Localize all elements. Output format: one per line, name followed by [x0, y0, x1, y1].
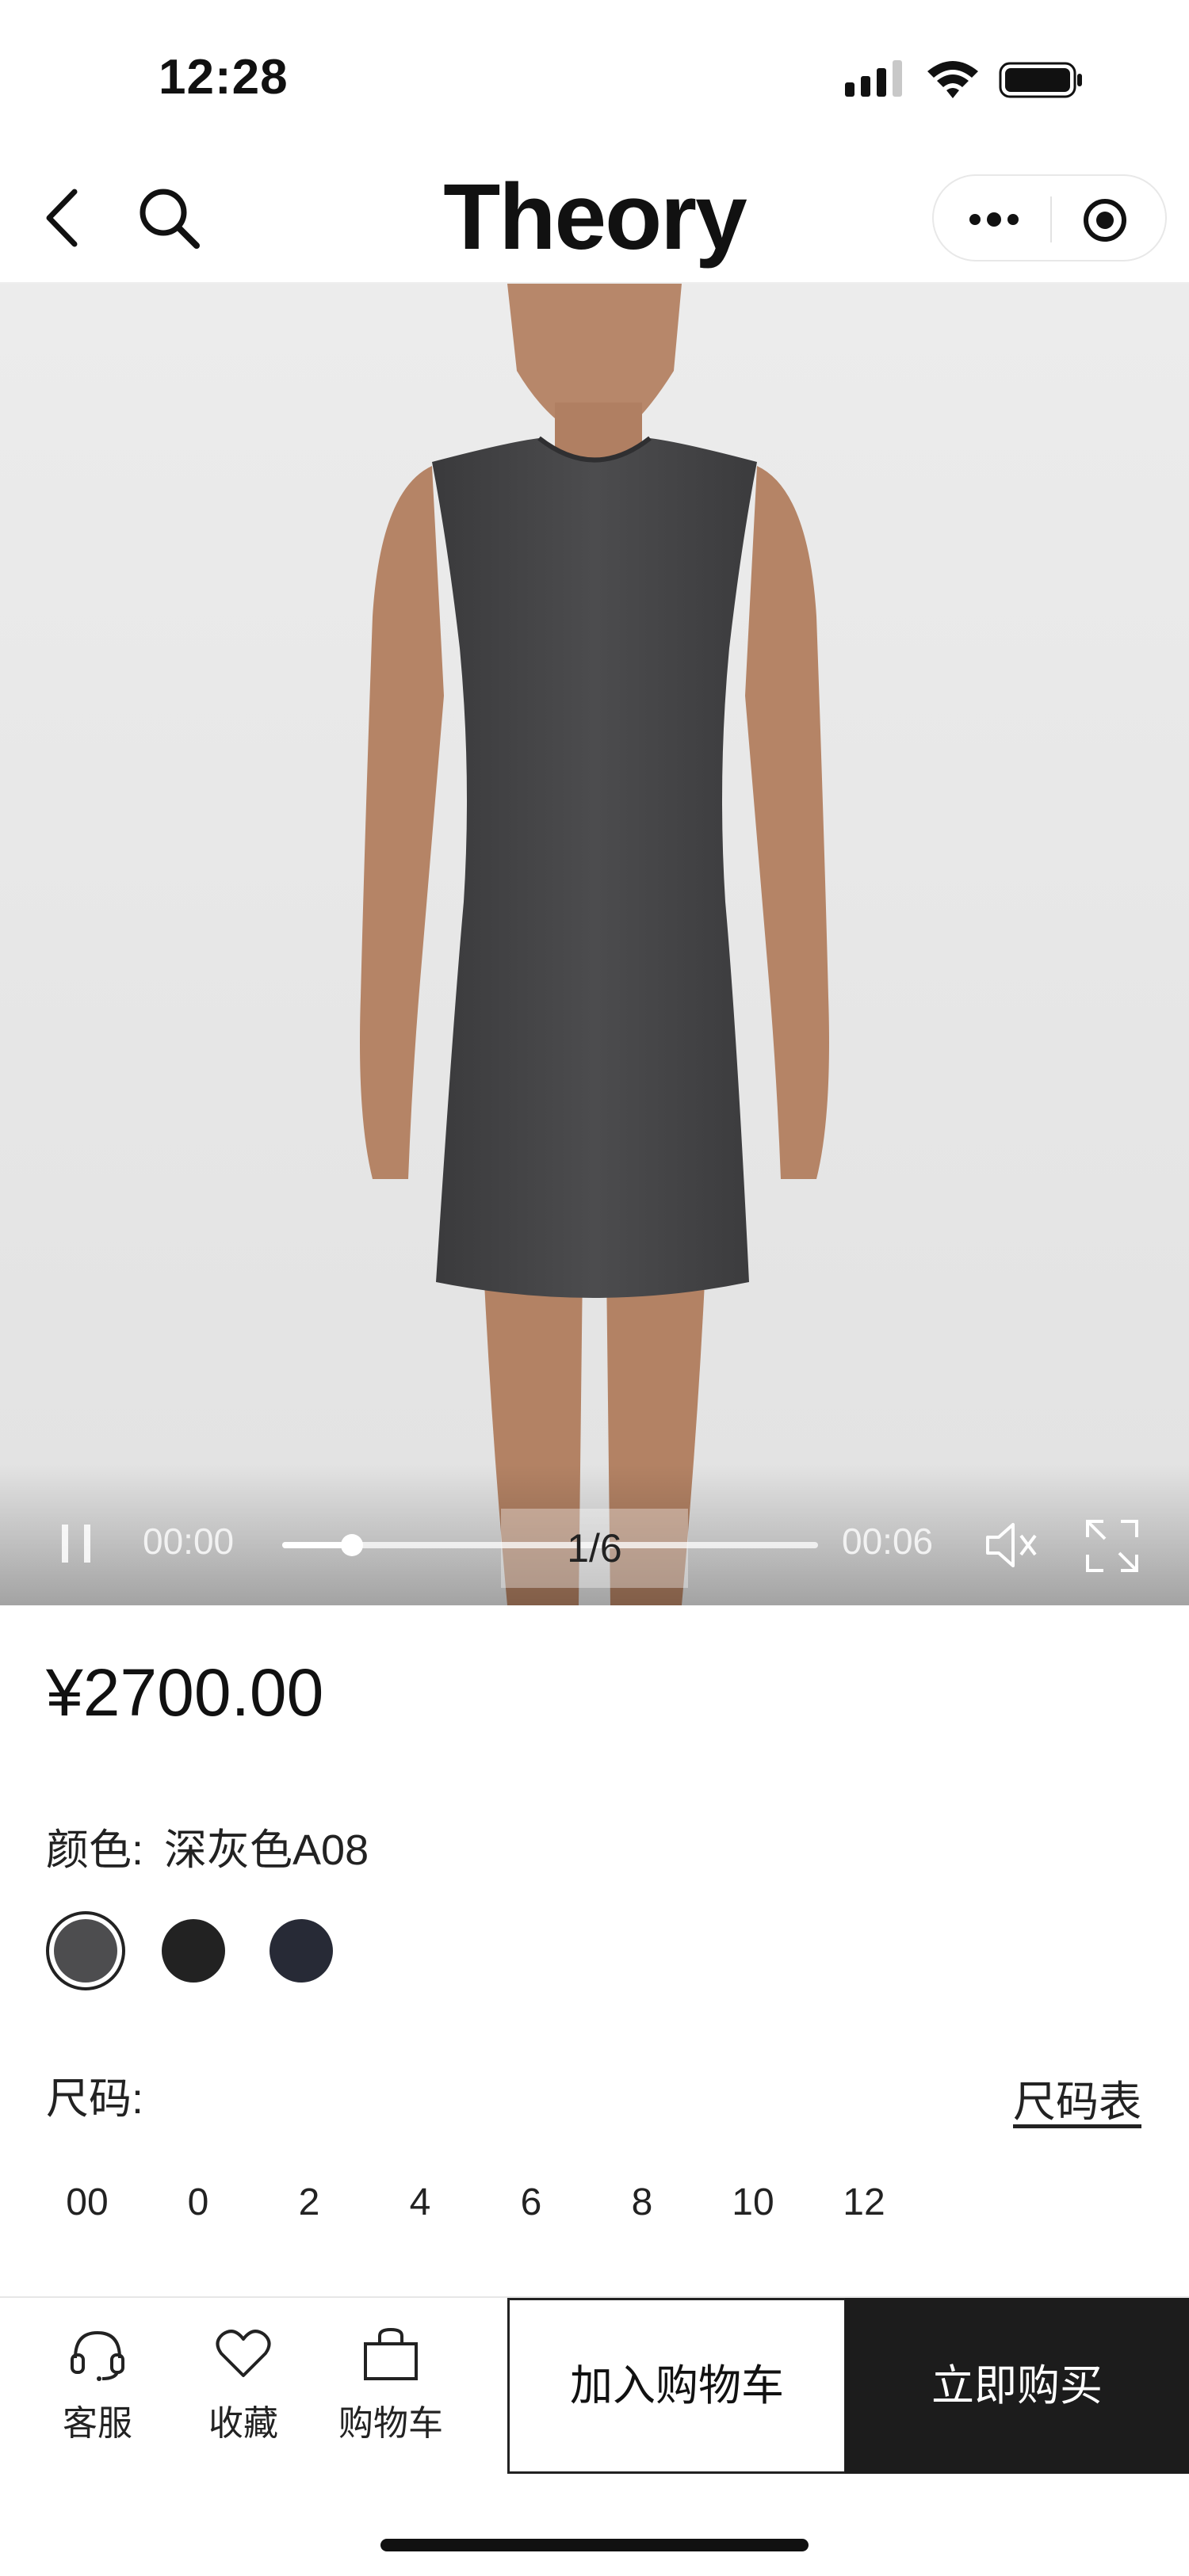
more-icon[interactable] [965, 200, 1023, 239]
image-pager: 1/6 [501, 1509, 688, 1588]
favorite-label: 收藏 [208, 2404, 278, 2443]
size-option[interactable]: 10 [698, 2171, 809, 2234]
status-bar: 12:28 [0, 0, 1189, 151]
nav-bar: Theory [0, 151, 1189, 284]
color-label: 颜色: [46, 1826, 144, 1874]
size-option[interactable]: 2 [254, 2171, 365, 2234]
size-option[interactable]: 0 [143, 2171, 254, 2234]
size-label: 尺码: [46, 2075, 144, 2123]
size-option[interactable]: 8 [587, 2171, 698, 2234]
size-option[interactable]: 00 [32, 2171, 143, 2234]
headset-icon [71, 2330, 124, 2381]
swatch-fill [54, 1919, 117, 1983]
product-photo [0, 284, 1189, 1605]
size-option[interactable]: 12 [809, 2171, 919, 2234]
home-indicator [380, 2539, 809, 2551]
status-time: 12:28 [159, 50, 289, 105]
color-swatch[interactable] [262, 1911, 341, 1990]
size-option[interactable]: 6 [476, 2171, 587, 2234]
cart-label: 购物车 [338, 2404, 443, 2443]
shopping-bag-icon [364, 2327, 418, 2380]
mini-program-capsule [932, 174, 1167, 261]
cellular-signal-icon [845, 60, 902, 97]
pause-icon[interactable] [59, 1521, 94, 1566]
product-media[interactable]: 00:00 00:06 1/6 [0, 284, 1189, 1605]
video-total-time: 00:06 [842, 1521, 934, 1562]
fullscreen-icon[interactable] [1084, 1518, 1140, 1574]
capsule-divider [1050, 197, 1052, 242]
video-current-time: 00:00 [143, 1521, 235, 1562]
wifi-icon [927, 61, 978, 98]
product-price: ¥2700.00 [46, 1655, 324, 1730]
size-options: 00 0 2 4 6 8 10 12 [32, 2171, 983, 2234]
favorite-button[interactable]: 收藏 [184, 2326, 303, 2453]
size-chart-link[interactable]: 尺码表 [1013, 2067, 1141, 2129]
size-option[interactable]: 4 [365, 2171, 476, 2234]
swatch-fill [162, 1919, 225, 1983]
bottom-action-bar: 客服 收藏 购物车 加入购物车 立即购买 [0, 2296, 1189, 2474]
video-progress-knob[interactable] [340, 1534, 363, 1556]
color-value: 深灰色A08 [164, 1826, 369, 1874]
color-row: 颜色: 深灰色A08 [46, 1815, 369, 1877]
customer-service-button[interactable]: 客服 [38, 2326, 157, 2453]
close-target-icon[interactable] [1081, 197, 1129, 244]
add-to-cart-button[interactable]: 加入购物车 [507, 2298, 847, 2474]
swatch-fill [270, 1919, 333, 1983]
cart-button[interactable]: 购物车 [331, 2326, 450, 2453]
mute-icon[interactable] [981, 1517, 1038, 1574]
customer-service-label: 客服 [63, 2404, 132, 2443]
heart-icon [216, 2330, 271, 2377]
color-swatch[interactable] [154, 1911, 233, 1990]
buy-now-button[interactable]: 立即购买 [845, 2298, 1189, 2474]
battery-icon [999, 62, 1082, 98]
color-swatch[interactable] [46, 1911, 125, 1990]
